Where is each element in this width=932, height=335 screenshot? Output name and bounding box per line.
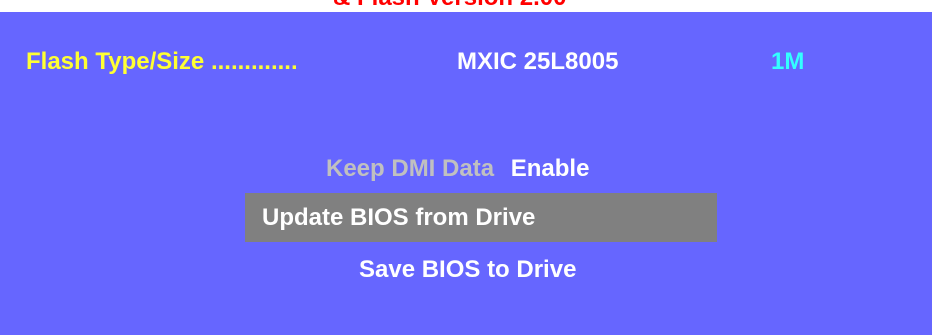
flash-type-size-label: Flash Type/Size ............. [26,48,298,75]
keep-dmi-value[interactable]: Enable [511,155,590,182]
bios-flash-screen: Flash Type/Size ............. MXIC 25L80… [0,12,932,335]
menu-item-save-bios[interactable]: Save BIOS to Drive [359,256,576,284]
flash-size-value: 1M [771,48,805,75]
keep-dmi-label: Keep DMI Data [326,155,495,182]
flash-model-value: MXIC 25L8005 [457,48,619,75]
app-title: & Flash Version 2.00 [333,0,566,12]
title-strip: & Flash Version 2.00 [0,0,932,12]
keep-dmi-option[interactable]: Keep DMI Data Enable [326,155,589,183]
menu-item-update-bios[interactable]: Update BIOS from Drive [245,193,717,242]
